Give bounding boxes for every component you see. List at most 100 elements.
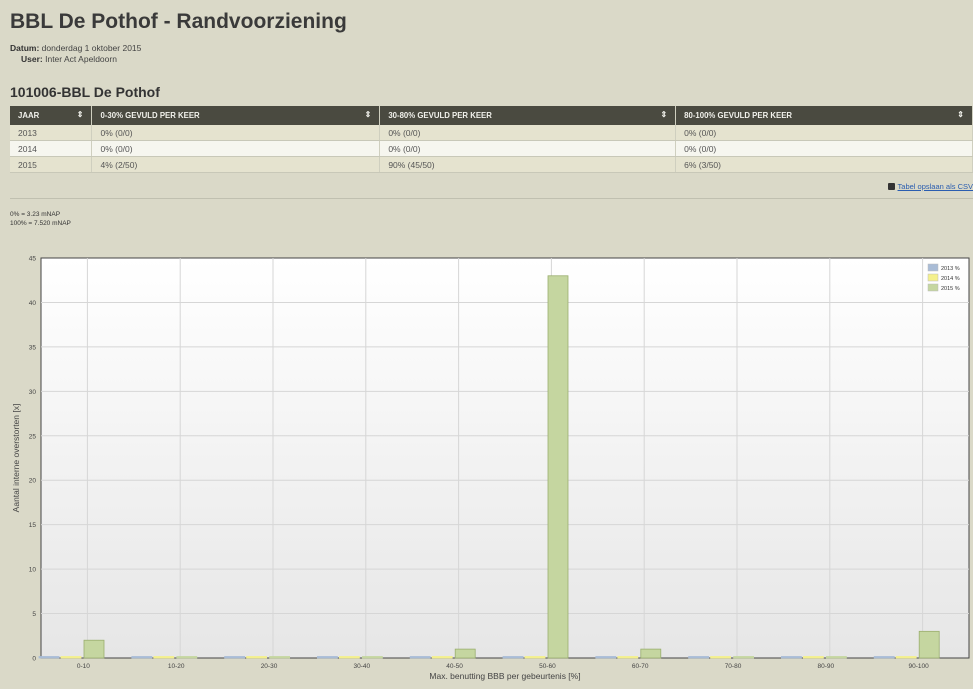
- bar-chart: 0 5 10 15 20 25 30 35 40 45 0-10 10-20 20-30 30-40 40-…: [11, 256, 970, 681]
- table-cell: 2015: [10, 156, 93, 173]
- x-tick-label: 60-70: [632, 663, 649, 670]
- x-tick-label: 0-10: [77, 663, 90, 670]
- user-value: Inter Act Apeldoorn: [45, 54, 117, 64]
- legend-swatch: [927, 273, 939, 282]
- page-title: BBL De Pothof - Randvoorziening: [10, 10, 347, 33]
- sort-icon[interactable]: ⇕: [77, 110, 84, 119]
- user-label: User:: [21, 54, 43, 64]
- bar-2014: [524, 656, 546, 659]
- bar-2014: [246, 656, 268, 659]
- bar-2014: [431, 656, 453, 659]
- x-tick-label: 90-100: [908, 663, 929, 670]
- table-cell: 0% (0/0): [91, 140, 381, 157]
- y-tick-label: 15: [29, 522, 37, 529]
- table-cell: 0% (0/0): [379, 125, 677, 141]
- x-tick-label: 80-90: [817, 663, 834, 670]
- table-cell: 6% (3/50): [675, 156, 973, 173]
- bar-2015: [918, 630, 940, 659]
- table-footer: Tabel opslaan als CSV: [10, 178, 973, 199]
- y-tick-label: 25: [29, 433, 37, 440]
- bar-2014: [338, 656, 360, 659]
- section-title: 101006-BBL De Pothof: [10, 84, 160, 100]
- bar-2013: [502, 656, 524, 659]
- table-header-row: JAAR ⇕ 0-30% GEVULD PER KEER ⇕ 30-80% GEVU…: [10, 106, 973, 125]
- legend-label: 2013 %: [941, 266, 960, 272]
- y-tick-label: 0: [32, 656, 36, 663]
- legend-label: 2014 %: [941, 276, 960, 282]
- scale-note: 0% = 3.23 mNAP 100% = 7.520 mNAP: [10, 210, 71, 228]
- bar-2013: [131, 656, 153, 659]
- column-header-jaar[interactable]: JAAR ⇕: [10, 106, 93, 125]
- legend-swatch: [927, 283, 939, 292]
- save-csv-link[interactable]: Tabel opslaan als CSV: [887, 182, 973, 191]
- datum-line: Datum: donderdag 1 oktober 2015: [10, 43, 141, 54]
- column-header-80-100[interactable]: 80-100% GEVULD PER KEER ⇕: [675, 106, 973, 125]
- user-line: User: Inter Act Apeldoorn: [10, 54, 141, 65]
- bar-2015: [176, 656, 198, 659]
- bar-2015: [361, 656, 383, 659]
- save-csv-label: Tabel opslaan als CSV: [897, 182, 973, 191]
- bar-2014: [803, 656, 824, 659]
- bar-2015: [826, 656, 847, 659]
- save-icon: [887, 183, 895, 190]
- y-tick-label: 45: [29, 256, 37, 263]
- y-tick-label: 10: [29, 567, 37, 574]
- x-tick-label: 50-60: [539, 663, 556, 670]
- table-cell: 2014: [10, 140, 93, 157]
- bar-2013: [781, 656, 802, 659]
- datum-label: Datum:: [10, 43, 40, 53]
- bar-2013: [224, 656, 246, 659]
- chart-container: 0 5 10 15 20 25 30 35 40 45 0-10 10-20 20-30 30-40 40-…: [0, 250, 973, 684]
- bar-2015: [454, 648, 476, 659]
- bar-2015: [83, 639, 105, 659]
- table-row: 2013 0% (0/0) 0% (0/0) 0% (0/0): [10, 125, 973, 141]
- table-row: 2015 4% (2/50) 90% (45/50) 6% (3/50): [10, 156, 973, 173]
- page-meta: Datum: donderdag 1 oktober 2015 User: In…: [10, 43, 141, 65]
- table-cell: 0% (0/0): [379, 140, 677, 157]
- table-cell: 0% (0/0): [675, 125, 973, 141]
- bar-2014: [153, 656, 175, 659]
- bar-2015: [269, 656, 291, 659]
- datum-value: donderdag 1 oktober 2015: [41, 43, 142, 53]
- bar-2015: [640, 648, 662, 659]
- bar-2013: [595, 656, 617, 659]
- bar-2013: [409, 656, 431, 659]
- y-tick-label: 20: [29, 478, 37, 485]
- legend-label: 2015 %: [941, 286, 960, 292]
- bar-2014: [617, 656, 639, 659]
- scale-note-min: 0% = 3.23 mNAP: [10, 211, 61, 218]
- results-table: JAAR ⇕ 0-30% GEVULD PER KEER ⇕ 30-80% GEVU…: [10, 106, 973, 173]
- y-tick-label: 30: [29, 389, 37, 396]
- table-cell: 2013: [10, 125, 93, 141]
- bar-2013: [688, 656, 709, 659]
- legend-swatch: [927, 263, 939, 272]
- x-tick-label: 70-80: [725, 663, 742, 670]
- bar-2014: [710, 656, 731, 659]
- sort-icon[interactable]: ⇕: [365, 110, 372, 119]
- table-cell: 0% (0/0): [91, 125, 381, 141]
- bar-2014: [60, 656, 82, 659]
- y-axis-label: Aantal interne overstorten [x]: [11, 404, 21, 513]
- table-cell: 0% (0/0): [675, 140, 973, 157]
- y-tick-label: 40: [29, 300, 37, 307]
- bar-2014: [895, 656, 917, 659]
- sort-icon[interactable]: ⇕: [660, 110, 667, 119]
- y-tick-label: 35: [29, 344, 37, 351]
- column-header-30-80[interactable]: 30-80% GEVULD PER KEER ⇕: [379, 106, 677, 125]
- x-tick-label: 30-40: [353, 663, 370, 670]
- bar-2013: [316, 656, 338, 659]
- table-row: 2014 0% (0/0) 0% (0/0) 0% (0/0): [10, 140, 973, 157]
- x-tick-label: 20-30: [261, 663, 278, 670]
- bar-2013: [873, 656, 895, 659]
- x-tick-label: 10-20: [168, 663, 185, 670]
- sort-icon[interactable]: ⇕: [957, 110, 964, 119]
- bar-2015: [547, 275, 569, 659]
- column-header-0-30[interactable]: 0-30% GEVULD PER KEER ⇕: [91, 106, 381, 125]
- x-axis-label: Max. benutting BBB per gebeurtenis [%]: [429, 671, 580, 681]
- bar-2015: [733, 656, 754, 659]
- bar-2013: [38, 656, 60, 659]
- scale-note-max: 100% = 7.520 mNAP: [10, 220, 71, 227]
- table-cell: 4% (2/50): [91, 156, 381, 173]
- table-cell: 90% (45/50): [379, 156, 677, 173]
- y-tick-label: 5: [32, 611, 36, 618]
